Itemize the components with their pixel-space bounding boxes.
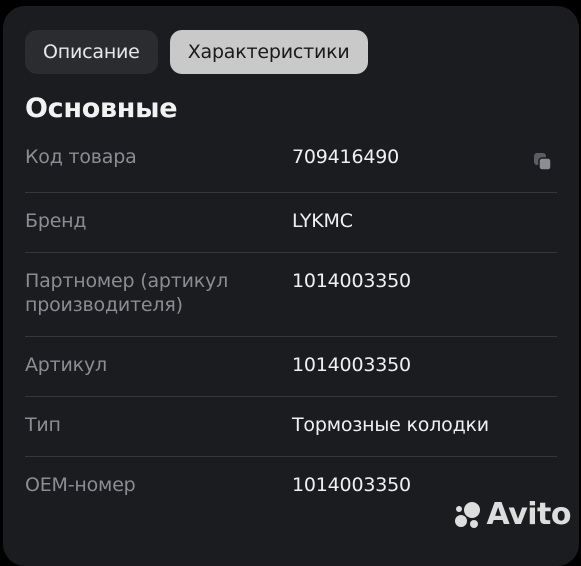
characteristics-list: Код товара 709416490 Бренд LYKMC Партном…	[25, 134, 557, 517]
row-value: LYKMC	[292, 209, 353, 233]
row-value: Тормозные колодки	[292, 413, 489, 437]
row-brand: Бренд LYKMC	[25, 193, 557, 253]
row-label: Партномер (артикул производителя)	[25, 269, 275, 317]
tab-bar: Описание Характеристики	[25, 30, 368, 74]
row-label: Тип	[25, 413, 275, 437]
row-label: Бренд	[25, 209, 275, 233]
row-value: 709416490	[292, 145, 399, 169]
row-partnumber: Партномер (артикул производителя) 101400…	[25, 253, 557, 337]
characteristics-card: Описание Характеристики Основные Код тов…	[3, 6, 579, 566]
row-article: Артикул 1014003350	[25, 337, 557, 397]
row-value: 1014003350	[292, 353, 411, 377]
avito-watermark: Avito	[453, 497, 571, 532]
tab-description[interactable]: Описание	[25, 30, 158, 74]
watermark-text: Avito	[487, 497, 571, 532]
row-value: 1014003350	[292, 269, 411, 293]
row-label: Код товара	[25, 145, 275, 169]
avito-logo-icon	[453, 500, 483, 530]
row-product-code: Код товара 709416490	[25, 134, 557, 193]
row-label: OEM-номер	[25, 473, 275, 497]
row-type: Тип Тормозные колодки	[25, 397, 557, 457]
copy-icon[interactable]	[533, 152, 553, 172]
tab-characteristics[interactable]: Характеристики	[170, 30, 368, 74]
row-value: 1014003350	[292, 473, 411, 497]
section-title: Основные	[25, 93, 177, 124]
row-label: Артикул	[25, 353, 275, 377]
